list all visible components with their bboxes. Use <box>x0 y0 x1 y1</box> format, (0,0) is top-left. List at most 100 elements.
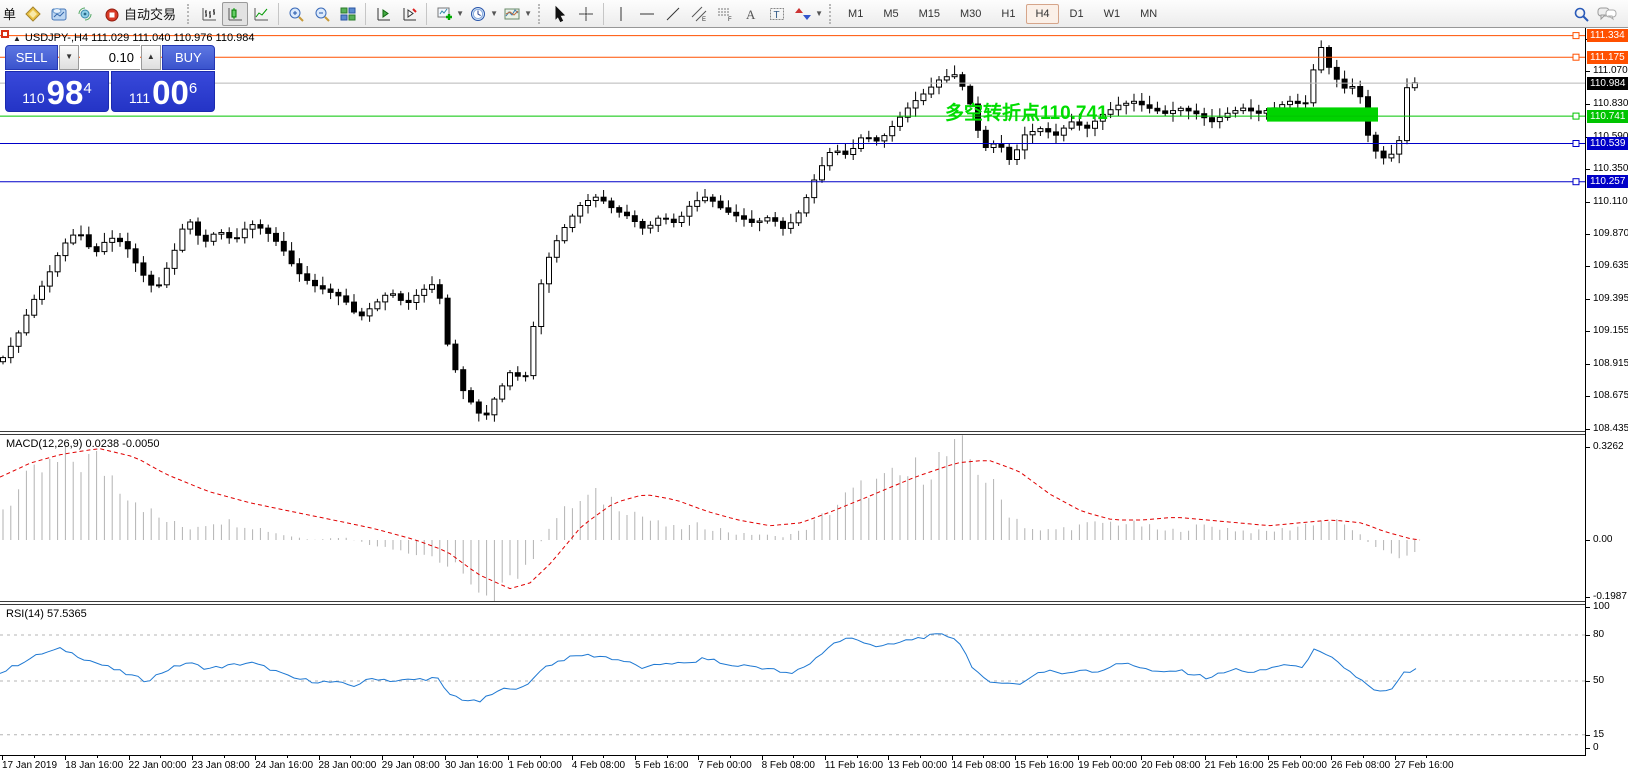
volume-decrease-button[interactable]: ▼ <box>59 45 79 70</box>
text-icon[interactable]: A <box>738 2 764 26</box>
text-label-icon[interactable]: T <box>764 2 790 26</box>
tile-windows-icon[interactable] <box>335 2 361 26</box>
svg-text:A: A <box>746 7 756 22</box>
horizontal-line-icon[interactable] <box>634 2 660 26</box>
chart-window: 多空转折点110.741 ▲ USDJPY-,H4 111.029 111.04… <box>0 28 1628 773</box>
time-label: 30 Jan 16:00 <box>445 760 503 771</box>
sell-button[interactable]: SELL <box>5 45 58 70</box>
volume-input[interactable] <box>80 45 140 70</box>
line-chart-icon[interactable] <box>248 2 274 26</box>
price-tick-label: 109.635 <box>1593 260 1628 271</box>
toolbar-separator <box>278 3 279 25</box>
rsi-tick <box>1586 607 1590 608</box>
buy-button[interactable]: BUY <box>162 45 215 70</box>
price-tick-label: 108.675 <box>1593 390 1628 401</box>
price-level-badge: 110.257 <box>1587 175 1628 188</box>
price-tick <box>1586 234 1590 235</box>
chart-title-text: USDJPY-,H4 111.029 111.040 110.976 110.9… <box>25 32 255 44</box>
timeframe-m30[interactable]: M30 <box>951 4 990 24</box>
chat-icon[interactable] <box>1594 2 1620 26</box>
sell-price-point: 4 <box>83 72 91 106</box>
chart-window-icon[interactable] <box>1 30 9 38</box>
buy-price-display[interactable]: 111 00 6 <box>111 71 215 112</box>
zoom-out-icon[interactable] <box>309 2 335 26</box>
auto-scroll-icon[interactable] <box>396 2 422 26</box>
new-order-button[interactable]: 单 <box>3 4 16 23</box>
rsi-pane[interactable] <box>0 605 1585 755</box>
time-label: 13 Feb 00:00 <box>888 760 947 771</box>
price-tick <box>1586 364 1590 365</box>
candlestick-chart-icon[interactable] <box>222 2 248 26</box>
rsi-tick <box>1586 748 1590 749</box>
price-tick <box>1586 104 1590 105</box>
time-tick <box>1110 756 1111 758</box>
zoom-in-icon[interactable] <box>283 2 309 26</box>
price-level-badge: 110.741 <box>1587 110 1628 123</box>
time-label: 5 Feb 16:00 <box>635 760 688 771</box>
period-dropdown[interactable]: ▼ <box>489 9 499 18</box>
trendline-icon[interactable] <box>660 2 686 26</box>
time-tick <box>730 756 731 758</box>
macd-pane[interactable] <box>0 435 1585 601</box>
fibonacci-icon[interactable]: F <box>712 2 738 26</box>
timeframe-d1[interactable]: D1 <box>1061 4 1093 24</box>
arrows-icon[interactable] <box>790 2 816 26</box>
toolbar-separator <box>426 3 427 25</box>
vertical-line-icon[interactable] <box>608 2 634 26</box>
price-tick <box>1586 429 1590 430</box>
price-axis[interactable]: 111.310111.070110.830110.590110.350110.1… <box>1585 28 1628 755</box>
time-label: 15 Feb 16:00 <box>1015 760 1074 771</box>
timeframe-group: M1M5M15M30H1H4D1W1MN <box>838 4 1167 24</box>
time-tick <box>540 756 541 758</box>
timeframe-h1[interactable]: H1 <box>992 4 1024 24</box>
signal-icon[interactable] <box>72 2 98 26</box>
chart-title: ▲ USDJPY-,H4 111.029 111.040 110.976 110… <box>13 32 254 44</box>
time-tick <box>603 756 604 758</box>
svg-text:E: E <box>702 17 706 23</box>
price-chart-pane[interactable]: 多空转折点110.741 <box>0 28 1585 431</box>
market-watch-icon[interactable] <box>20 2 46 26</box>
sell-price-display[interactable]: 110 98 4 <box>5 71 109 112</box>
template-dropdown[interactable]: ▼ <box>523 9 533 18</box>
rsi-tick-label: 50 <box>1593 675 1604 686</box>
time-tick <box>1363 756 1364 758</box>
time-tick <box>224 756 225 758</box>
new-chart-icon[interactable] <box>431 2 457 26</box>
timeframe-m5[interactable]: M5 <box>874 4 907 24</box>
rsi-tick-label: 100 <box>1593 601 1610 612</box>
rsi-tick <box>1586 735 1590 736</box>
price-level-badge: 110.539 <box>1587 137 1628 150</box>
template-icon[interactable] <box>499 2 525 26</box>
new-chart-dropdown[interactable]: ▼ <box>455 9 465 18</box>
sell-price-figure: 110 <box>22 88 44 108</box>
timeframe-w1[interactable]: W1 <box>1095 4 1130 24</box>
arrows-dropdown[interactable]: ▼ <box>814 9 824 18</box>
time-tick <box>667 756 668 758</box>
svg-text:F: F <box>728 17 732 23</box>
search-icon[interactable] <box>1568 2 1594 26</box>
equidistant-channel-icon[interactable]: E <box>686 2 712 26</box>
timeframe-h4[interactable]: H4 <box>1026 4 1058 24</box>
autotrading-label: 自动交易 <box>124 4 176 23</box>
period-icon[interactable] <box>465 2 491 26</box>
navigator-icon[interactable] <box>46 2 72 26</box>
cursor-icon[interactable] <box>547 2 573 26</box>
time-label: 17 Jan 2019 <box>2 760 57 771</box>
time-tick <box>477 756 478 758</box>
timeframe-m15[interactable]: M15 <box>910 4 949 24</box>
timeframe-m1[interactable]: M1 <box>839 4 872 24</box>
timeframe-mn[interactable]: MN <box>1131 4 1166 24</box>
toolbar-grip <box>538 4 544 24</box>
time-tick <box>1426 756 1427 758</box>
bar-chart-icon[interactable] <box>196 2 222 26</box>
autotrading-button[interactable]: 自动交易 <box>98 2 182 25</box>
time-label: 18 Jan 16:00 <box>65 760 123 771</box>
chart-collapse-icon[interactable]: ▲ <box>13 34 21 43</box>
time-axis[interactable]: 17 Jan 201918 Jan 16:0022 Jan 00:0023 Ja… <box>0 755 1586 773</box>
crosshair-icon[interactable] <box>573 2 599 26</box>
toolbar-grip <box>187 4 193 24</box>
chart-shift-icon[interactable] <box>370 2 396 26</box>
price-tick <box>1586 299 1590 300</box>
time-label: 23 Jan 08:00 <box>192 760 250 771</box>
volume-increase-button[interactable]: ▲ <box>141 45 161 70</box>
